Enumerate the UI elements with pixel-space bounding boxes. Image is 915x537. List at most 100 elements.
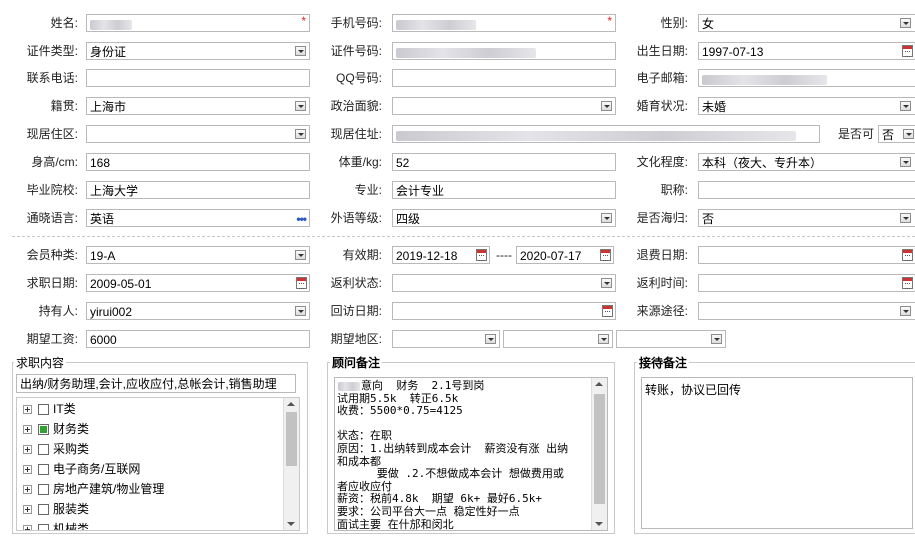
expand-icon[interactable] bbox=[23, 485, 32, 495]
job-category-tree[interactable]: IT类 财务类 采购类 电子商务/互联网 房地产建筑/物业管理服装类机械类 bbox=[16, 397, 300, 531]
languages-field[interactable]: 英语 ••• bbox=[86, 209, 310, 227]
chevron-down-icon[interactable] bbox=[601, 213, 612, 223]
region-district-select[interactable] bbox=[616, 330, 726, 348]
name-field[interactable]: * bbox=[86, 14, 310, 32]
expand-icon[interactable] bbox=[23, 465, 32, 475]
gender-select[interactable]: 女 bbox=[698, 14, 915, 32]
is-available-select[interactable]: 否 bbox=[878, 125, 915, 143]
expand-icon[interactable] bbox=[23, 445, 32, 455]
tree-item-label: 服装类 bbox=[53, 502, 90, 516]
region-province-select[interactable] bbox=[392, 330, 500, 348]
label-languages: 通晓语言: bbox=[26, 211, 78, 225]
tree-item[interactable]: 服装类 bbox=[23, 500, 89, 519]
chevron-down-icon[interactable] bbox=[295, 250, 306, 260]
checkbox[interactable] bbox=[38, 444, 49, 456]
tree-item[interactable]: 电子商务/互联网 bbox=[23, 460, 140, 479]
job-date-field[interactable]: 2009-05-01 bbox=[86, 274, 310, 292]
political-select[interactable] bbox=[392, 97, 616, 115]
chevron-down-icon[interactable] bbox=[485, 334, 496, 344]
job-content-field[interactable]: 出纳/财务助理,会计,应收应付,总帐会计,销售助理 bbox=[16, 374, 296, 393]
expand-icon[interactable] bbox=[23, 525, 32, 530]
chevron-down-icon[interactable] bbox=[903, 129, 914, 139]
residence-area-select[interactable] bbox=[86, 125, 310, 143]
qq-field[interactable] bbox=[392, 69, 616, 87]
tree-item[interactable]: 机械类 bbox=[23, 520, 89, 530]
member-type-select[interactable]: 19-A bbox=[86, 246, 310, 264]
calendar-icon[interactable] bbox=[476, 249, 487, 261]
native-place-select[interactable]: 上海市 bbox=[86, 97, 310, 115]
expand-icon[interactable] bbox=[23, 425, 32, 435]
reception-notes-textarea[interactable]: 转账，协议已回传 bbox=[641, 377, 913, 529]
school-field[interactable]: 上海大学 bbox=[86, 181, 310, 199]
residence-address-field[interactable] bbox=[392, 125, 820, 143]
more-icon[interactable]: ••• bbox=[296, 210, 307, 226]
email-field[interactable] bbox=[698, 69, 915, 87]
major-field[interactable]: 会计专业 bbox=[392, 181, 616, 199]
checkbox[interactable] bbox=[38, 504, 49, 516]
height-field[interactable]: 168 bbox=[86, 153, 310, 171]
scroll-up-icon[interactable] bbox=[287, 402, 295, 406]
chevron-down-icon[interactable] bbox=[295, 101, 306, 111]
checkbox[interactable] bbox=[38, 424, 49, 436]
chevron-down-icon[interactable] bbox=[900, 157, 911, 167]
mobile-field[interactable]: * bbox=[392, 14, 616, 32]
chevron-down-icon[interactable] bbox=[900, 213, 911, 223]
calendar-icon[interactable] bbox=[296, 277, 307, 289]
checkbox[interactable] bbox=[38, 464, 49, 476]
scroll-down-icon[interactable] bbox=[287, 522, 295, 526]
rebate-status-select[interactable] bbox=[392, 274, 616, 292]
chevron-down-icon[interactable] bbox=[711, 334, 722, 344]
education-select[interactable]: 本科（夜大、专升本） bbox=[698, 153, 915, 171]
scroll-down-icon[interactable] bbox=[595, 522, 603, 526]
expand-icon[interactable] bbox=[23, 505, 32, 515]
tree-item[interactable]: 财务类 bbox=[23, 420, 89, 439]
tree-item[interactable]: IT类 bbox=[23, 400, 76, 419]
notes-scrollbar[interactable] bbox=[591, 378, 607, 530]
calendar-icon[interactable] bbox=[902, 45, 913, 57]
calendar-icon[interactable] bbox=[600, 249, 611, 261]
source-select[interactable] bbox=[698, 302, 915, 320]
expand-icon[interactable] bbox=[23, 405, 32, 415]
id-number-field[interactable] bbox=[392, 42, 616, 60]
valid-from-field[interactable]: 2019-12-18 bbox=[392, 246, 490, 264]
salary-field[interactable]: 6000 bbox=[86, 330, 310, 348]
calendar-icon[interactable] bbox=[902, 277, 913, 289]
calendar-icon[interactable] bbox=[902, 249, 913, 261]
chevron-down-icon[interactable] bbox=[295, 306, 306, 316]
label-id-type: 证件类型: bbox=[26, 44, 78, 58]
rebate-time-field[interactable] bbox=[698, 274, 915, 292]
chevron-down-icon[interactable] bbox=[900, 18, 911, 28]
chevron-down-icon[interactable] bbox=[601, 101, 612, 111]
weight-field[interactable]: 52 bbox=[392, 153, 616, 171]
valid-to-field[interactable]: 2020-07-17 bbox=[516, 246, 614, 264]
scroll-up-icon[interactable] bbox=[595, 382, 603, 386]
chevron-down-icon[interactable] bbox=[295, 129, 306, 139]
chevron-down-icon[interactable] bbox=[900, 306, 911, 316]
title-field[interactable] bbox=[698, 181, 915, 199]
marital-select[interactable]: 未婚 bbox=[698, 97, 915, 115]
phone-field[interactable] bbox=[86, 69, 310, 87]
foreign-level-select[interactable]: 四级 bbox=[392, 209, 616, 227]
chevron-down-icon[interactable] bbox=[295, 46, 306, 56]
chevron-down-icon[interactable] bbox=[598, 334, 609, 344]
region-city-select[interactable] bbox=[503, 330, 613, 348]
checkbox[interactable] bbox=[38, 484, 49, 496]
tree-scrollbar[interactable] bbox=[283, 398, 299, 530]
label-is-available: 是否可 bbox=[837, 127, 874, 141]
returnee-select[interactable]: 否 bbox=[698, 209, 915, 227]
tree-item[interactable]: 房地产建筑/物业管理 bbox=[23, 480, 164, 499]
checkbox[interactable] bbox=[38, 524, 49, 530]
consultant-notes-textarea[interactable]: 意向 财务 2.1号到岗 试用期5.5k 转正6.5k 收费：5500*0.75=4… bbox=[334, 377, 608, 531]
refund-date-field[interactable] bbox=[698, 246, 915, 264]
visit-date-field[interactable] bbox=[392, 302, 616, 320]
tree-item[interactable]: 采购类 bbox=[23, 440, 89, 459]
chevron-down-icon[interactable] bbox=[900, 101, 911, 111]
holder-select[interactable]: yirui002 bbox=[86, 302, 310, 320]
chevron-down-icon[interactable] bbox=[601, 278, 612, 288]
checkbox[interactable] bbox=[38, 404, 49, 416]
id-type-select[interactable]: 身份证 bbox=[86, 42, 310, 60]
birth-date-field[interactable]: 1997-07-13 bbox=[698, 42, 915, 60]
calendar-icon[interactable] bbox=[602, 305, 613, 317]
scroll-thumb[interactable] bbox=[594, 394, 605, 504]
scroll-thumb[interactable] bbox=[286, 412, 297, 466]
